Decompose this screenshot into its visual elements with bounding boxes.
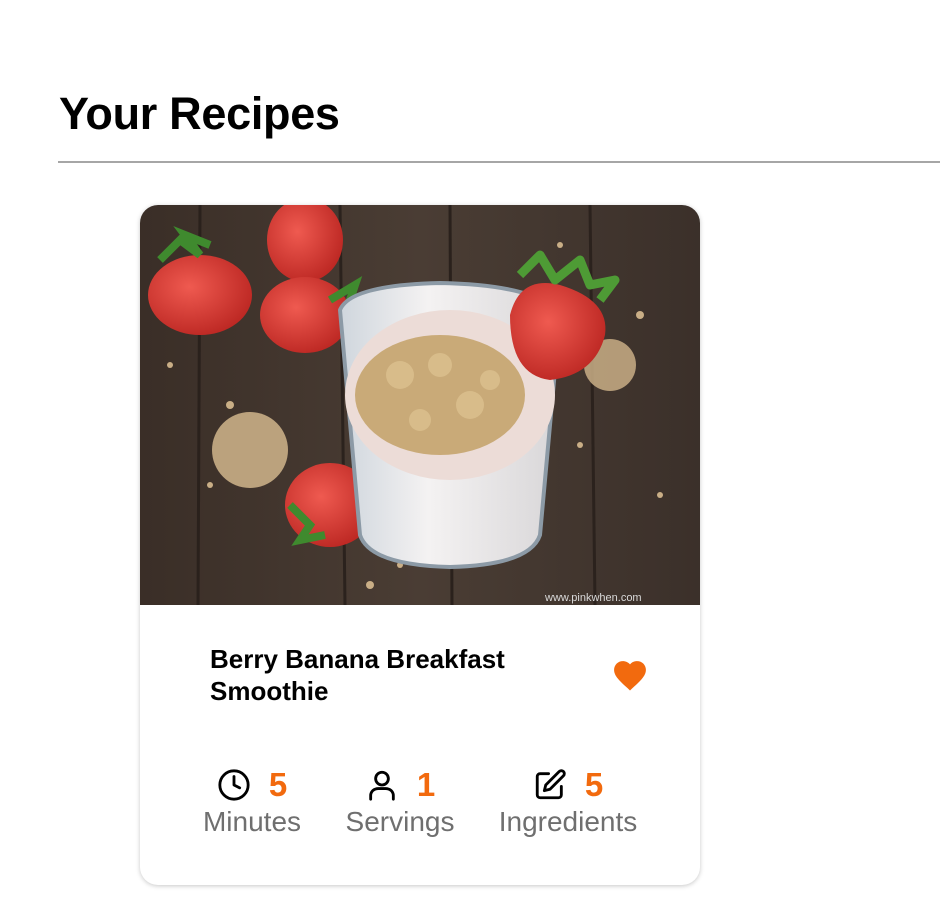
recipe-title[interactable]: Berry Banana Breakfast Smoothie [210, 643, 570, 707]
servings-label: Servings [345, 806, 455, 837]
stat-servings: 1 Servings [344, 765, 456, 839]
servings-value: 1 [416, 766, 436, 803]
stat-minutes: 5 Minutes [202, 765, 302, 839]
edit-icon [535, 769, 566, 800]
heart-icon [614, 661, 646, 691]
stat-ingredients: 5 Ingredients [498, 765, 638, 839]
minutes-value: 5 [268, 766, 288, 803]
recipe-image[interactable]: www.pinkwhen.com [140, 205, 700, 605]
favorite-button[interactable] [610, 655, 650, 695]
ingredients-value: 5 [584, 766, 604, 803]
minutes-label: Minutes [202, 806, 302, 837]
person-icon [369, 770, 395, 801]
recipe-card[interactable]: www.pinkwhen.com Berry Banana Breakfast … [140, 205, 700, 885]
image-watermark: www.pinkwhen.com [544, 592, 642, 604]
title-divider [58, 161, 940, 163]
page-title: Your Recipes [59, 88, 340, 139]
ingredients-label: Ingredients [498, 806, 638, 837]
clock-icon [218, 769, 250, 801]
